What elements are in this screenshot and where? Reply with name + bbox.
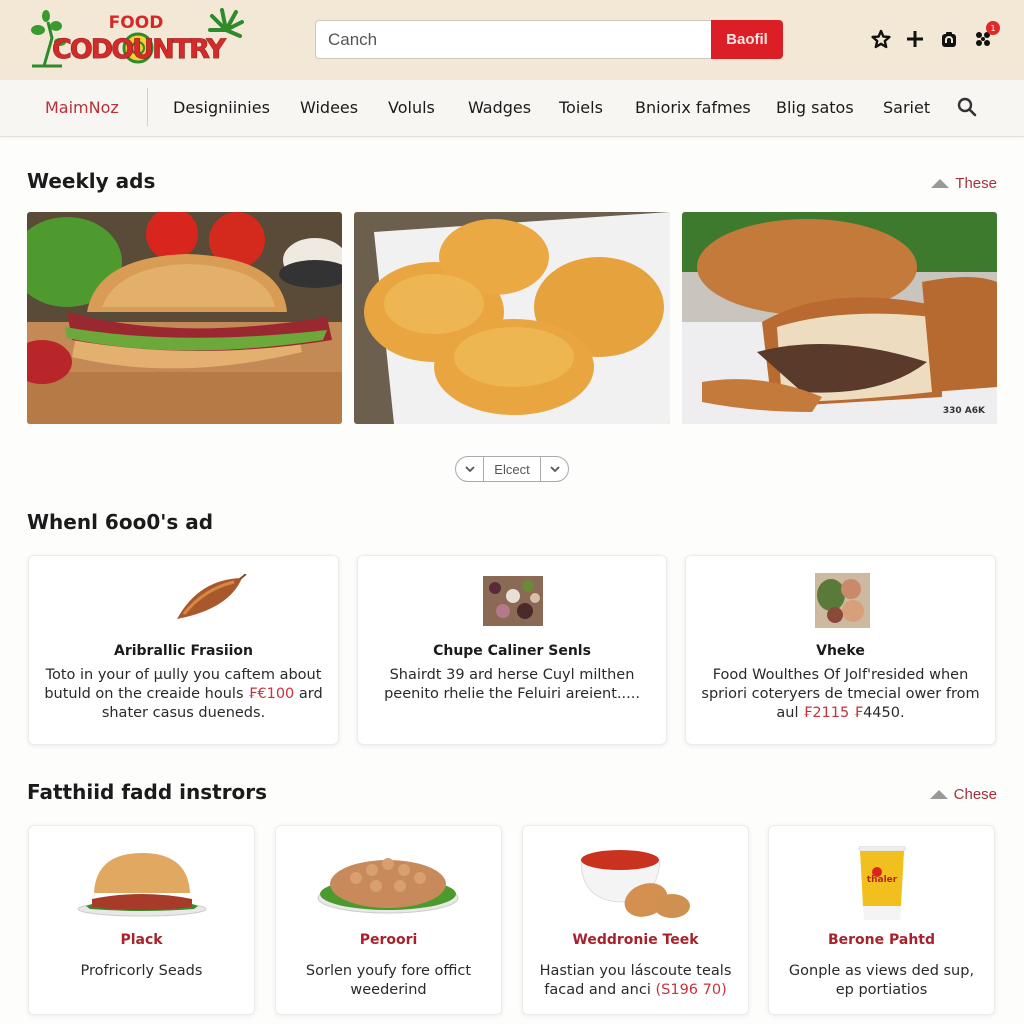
card-description: Food Woulthes Of Jolf'resided when sprio… <box>701 667 980 721</box>
svg-text:FOOD: FOOD <box>109 13 164 33</box>
card-title: Berone Pahtd <box>827 932 936 948</box>
card-description: Sorlen youfy fore offict weederind <box>305 963 472 998</box>
pager-next-button[interactable] <box>541 457 568 481</box>
card-title: Vheke <box>816 643 865 659</box>
search-button[interactable]: Baofil <box>711 20 783 59</box>
food-plate-image <box>815 573 870 628</box>
main-nav: MaimNoz Designiinies Widees Voluls Wadge… <box>0 80 1024 137</box>
drink-cup-image: thaler <box>858 846 906 920</box>
header-icons: 1 <box>870 21 1000 50</box>
nav-divider <box>147 88 148 126</box>
notification-badge: 1 <box>986 21 1000 35</box>
svg-text:CODOUNTRY: CODOUNTRY <box>52 34 226 65</box>
weekly-ads-link[interactable]: These <box>931 175 997 192</box>
ad-image-meat-loaf[interactable]: 330 A6K <box>682 212 997 424</box>
promo-card[interactable]: Chupe Caliner Senls Shairdt 39 ard herse… <box>357 555 667 745</box>
product-card[interactable]: Plack Profricorly Seads <box>28 825 255 1015</box>
card-title: Plack <box>120 932 163 948</box>
chili-bowl-image <box>580 850 690 918</box>
nav-search-icon[interactable] <box>957 97 977 121</box>
product-card[interactable]: Weddronie Teek Hastian you láscoute teal… <box>522 825 749 1015</box>
notification-icon[interactable]: 1 <box>972 21 1000 50</box>
chevron-down-icon <box>464 465 475 472</box>
star-icon[interactable] <box>870 28 892 50</box>
section3-title: Fatthiid fadd instrors <box>27 780 268 804</box>
promo-card[interactable]: Aribrallic Frasiion Toto in your of µull… <box>28 555 339 745</box>
nav-item[interactable]: Voluls <box>388 98 435 117</box>
section3-link-label: Chese <box>953 786 997 803</box>
product-card[interactable]: thaler Berone Pahtd Gonple as views ded … <box>768 825 995 1015</box>
nav-item[interactable]: Toiels <box>559 98 603 117</box>
card-description: Hastian you láscoute teals facad and anc… <box>539 963 732 998</box>
chevron-down-icon <box>549 465 560 472</box>
card-title: Chupe Caliner Senls <box>433 643 591 659</box>
promo-card[interactable]: Vheke Food Woulthes Of Jolf'resided when… <box>685 555 996 745</box>
card-description: Gonple as views ded sup, ep portiatios <box>788 963 975 998</box>
section3-link[interactable]: Chese <box>929 786 997 803</box>
palm-icon <box>208 8 244 38</box>
card-description: Toto in your of µully you caftem about b… <box>44 667 323 721</box>
weekly-ads-title: Weekly ads <box>27 169 156 193</box>
nav-item-home[interactable]: MaimNoz <box>45 98 119 117</box>
salad-image <box>483 576 543 626</box>
card-title: Peroori <box>359 932 418 948</box>
search-input[interactable] <box>315 20 711 59</box>
chickpea-plate-image <box>317 858 459 914</box>
nav-item[interactable]: Widees <box>300 98 358 117</box>
svg-text:thaler: thaler <box>867 875 898 885</box>
plus-icon[interactable] <box>904 28 926 50</box>
card-description: Profricorly Seads <box>80 963 203 979</box>
site-logo[interactable]: FOOD CODOUNTRY <box>26 8 246 70</box>
cocoa-pod-image <box>177 574 247 619</box>
weekly-ads-link-label: These <box>955 175 997 192</box>
nav-item[interactable]: Sariet <box>883 98 930 117</box>
product-card[interactable]: Peroori Sorlen youfy fore offict weederi… <box>275 825 502 1015</box>
pager-prev-button[interactable] <box>456 457 483 481</box>
nav-item[interactable]: Wadges <box>468 98 531 117</box>
search-bar: Baofil <box>315 20 783 59</box>
burger-image <box>77 853 207 917</box>
nav-item[interactable]: Bniorix fafmes <box>635 98 751 117</box>
logo-graphic: FOOD CODOUNTRY <box>31 8 244 68</box>
triangle-up-icon <box>931 179 950 188</box>
card-title: Aribrallic Frasiion <box>113 643 253 659</box>
card-description: Shairdt 39 ard herse Cuyl milthen peenit… <box>384 667 640 702</box>
nav-item[interactable]: Blig satos <box>776 98 854 117</box>
pager-select[interactable]: Elcect <box>483 457 541 481</box>
ad-image-cheese-bread[interactable] <box>354 212 670 424</box>
card-title: Weddronie Teek <box>572 932 699 948</box>
ad-image-sandwich[interactable] <box>27 212 342 424</box>
nav-item[interactable]: Designiinies <box>173 98 270 117</box>
carousel-pager: Elcect <box>455 456 569 482</box>
section2-title: Whenl 6oo0's ad <box>27 510 214 534</box>
bag-icon[interactable] <box>938 28 960 50</box>
ad-caption: 330 A6K <box>942 406 985 416</box>
site-header: FOOD CODOUNTRY Baofil 1 <box>0 0 1024 80</box>
triangle-up-icon <box>929 790 948 799</box>
